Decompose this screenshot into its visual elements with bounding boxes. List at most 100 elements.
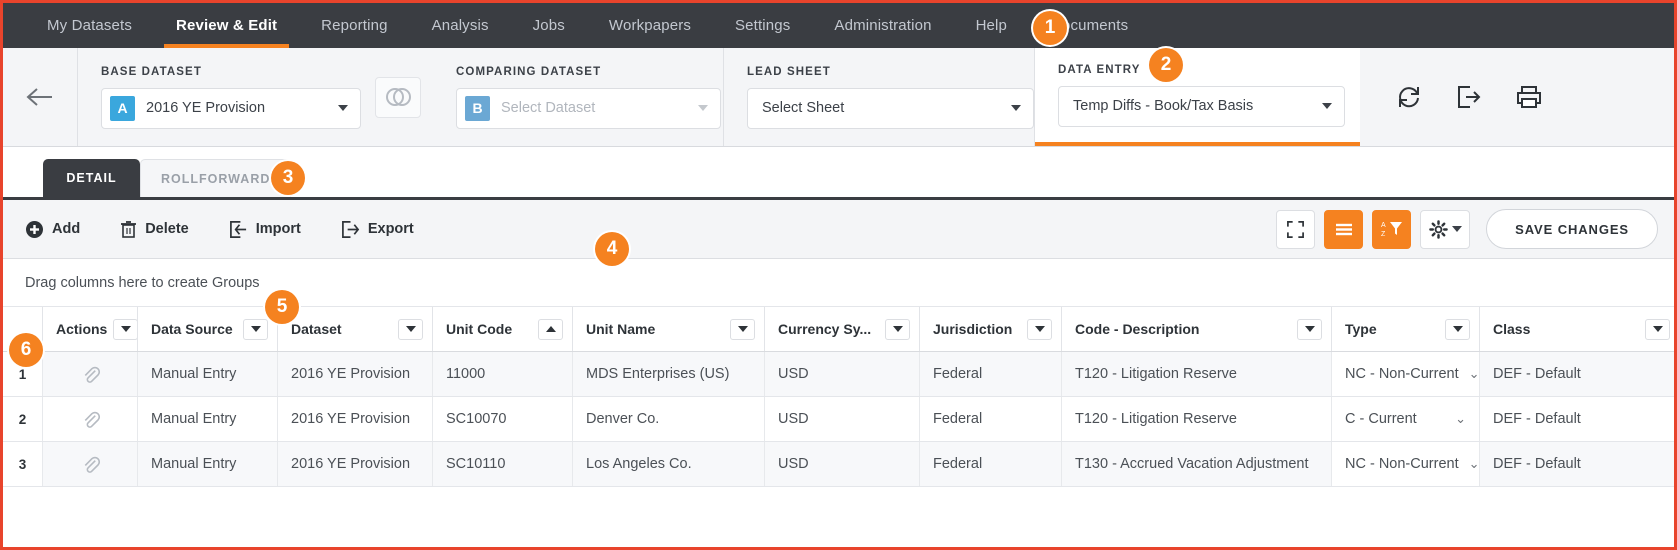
lead-sheet-select[interactable]: Select Sheet [747, 87, 1034, 129]
comparing-dataset-select[interactable]: B Select Dataset [456, 87, 721, 129]
nav-item-settings[interactable]: Settings [713, 3, 812, 48]
column-menu-button[interactable] [243, 318, 268, 340]
nav-label: My Datasets [47, 17, 133, 34]
cell-unit-code: 11000 [433, 352, 573, 396]
row-attachment-cell[interactable] [43, 397, 138, 441]
column-menu-button[interactable] [1445, 318, 1470, 340]
column-header-code-description[interactable]: Code - Description [1062, 307, 1332, 351]
import-label: Import [255, 221, 301, 237]
nav-label: Analysis [431, 17, 489, 34]
chevron-down-icon [338, 105, 348, 111]
cell-unit-code: SC10070 [433, 397, 573, 441]
chevron-down-icon [120, 326, 131, 332]
import-button[interactable]: Import [209, 209, 321, 249]
callout-badge-6: 6 [9, 333, 43, 367]
cell-code-description: T120 - Litigation Reserve [1062, 352, 1332, 396]
row-height-button[interactable] [1324, 209, 1364, 249]
export-button[interactable]: Export [321, 209, 434, 249]
nav-item-administration[interactable]: Administration [812, 3, 953, 48]
row-attachment-cell[interactable] [43, 442, 138, 486]
column-header-actions[interactable]: Actions [43, 307, 138, 351]
column-menu-button[interactable] [730, 318, 755, 340]
delete-button[interactable]: Delete [100, 209, 209, 249]
cell-type-select[interactable]: NC - Non-Current ⌄ [1332, 442, 1480, 486]
compare-toggle[interactable] [373, 48, 423, 146]
data-entry-select[interactable]: Temp Diffs - Book/Tax Basis [1058, 85, 1345, 127]
back-button[interactable] [3, 48, 78, 146]
grid-settings-button[interactable] [1420, 209, 1471, 249]
column-menu-button[interactable] [1297, 318, 1322, 340]
lead-sheet-value: Select Sheet [762, 100, 845, 116]
tab-label: ROLLFORWARD [161, 171, 271, 186]
cell-type-value: NC - Non-Current [1345, 366, 1459, 382]
table-row[interactable]: 2 Manual Entry 2016 YE Provision SC10070… [3, 397, 1674, 442]
nav-item-jobs[interactable]: Jobs [511, 3, 587, 48]
sort-filter-icon: A Z [1381, 222, 1402, 238]
cell-currency: USD [765, 442, 920, 486]
base-dataset-label: BASE DATASET [101, 65, 202, 78]
sort-filter-button[interactable]: A Z [1372, 209, 1412, 249]
column-menu-button[interactable] [885, 318, 910, 340]
column-header-label: Unit Name [586, 321, 656, 337]
cell-type-select[interactable]: C - Current ⌄ [1332, 397, 1480, 441]
dataset-bar-actions [1360, 48, 1570, 146]
data-grid: Actions Data Source Dataset Unit Code Un… [3, 307, 1674, 487]
tab-rollforward[interactable]: ROLLFORWARD [140, 159, 292, 197]
table-row[interactable]: 1 Manual Entry 2016 YE Provision 11000 M… [3, 352, 1674, 397]
row-height-icon [1335, 223, 1352, 236]
tab-detail[interactable]: DETAIL [43, 159, 140, 197]
cell-type-select[interactable]: NC - Non-Current ⌄ [1332, 352, 1480, 396]
cell-code-description: T130 - Accrued Vacation Adjustment [1062, 442, 1332, 486]
nav-label: Help [975, 17, 1008, 34]
comparing-dataset-label: COMPARING DATASET [456, 65, 602, 78]
refresh-icon[interactable] [1396, 84, 1422, 110]
grid-header-row: Actions Data Source Dataset Unit Code Un… [3, 307, 1674, 352]
column-menu-button[interactable] [1645, 318, 1670, 340]
column-header-unit-code[interactable]: Unit Code [433, 307, 573, 351]
callout-badge-5: 5 [265, 290, 299, 324]
column-header-class[interactable]: Class [1480, 307, 1674, 351]
nav-item-help[interactable]: Help [954, 3, 1029, 48]
nav-item-analysis[interactable]: Analysis [410, 3, 511, 48]
gear-icon [1428, 219, 1448, 239]
add-button[interactable]: Add [25, 209, 100, 249]
nav-item-workpapers[interactable]: Workpapers [587, 3, 713, 48]
chevron-down-icon [1034, 326, 1045, 332]
dataset-selection-bar: BASE DATASET A 2016 YE Provision COMPARI… [3, 48, 1674, 147]
save-changes-button[interactable]: SAVE CHANGES [1486, 209, 1658, 249]
column-header-unit-name[interactable]: Unit Name [573, 307, 765, 351]
row-attachment-cell[interactable] [43, 352, 138, 396]
column-menu-button[interactable] [398, 318, 423, 340]
column-header-jurisdiction[interactable]: Jurisdiction [920, 307, 1062, 351]
cell-dataset: 2016 YE Provision [278, 352, 433, 396]
nav-label: Workpapers [608, 17, 692, 34]
column-header-data-source[interactable]: Data Source [138, 307, 278, 351]
column-menu-button[interactable] [1027, 318, 1052, 340]
export-icon[interactable] [1456, 84, 1482, 110]
nav-item-review-edit[interactable]: Review & Edit [154, 3, 299, 48]
dataset-tag-b: B [465, 95, 490, 121]
group-drop-hint: Drag columns here to create Groups [25, 274, 260, 291]
nav-item-reporting[interactable]: Reporting [299, 3, 409, 48]
cell-unit-name: Denver Co. [573, 397, 765, 441]
nav-item-my-datasets[interactable]: My Datasets [25, 3, 154, 48]
table-row[interactable]: 3 Manual Entry 2016 YE Provision SC10110… [3, 442, 1674, 487]
paperclip-icon [84, 456, 100, 473]
callout-badge-1: 1 [1033, 11, 1067, 45]
cell-unit-name: Los Angeles Co. [573, 442, 765, 486]
fullscreen-button[interactable] [1276, 209, 1316, 249]
column-menu-button[interactable] [113, 318, 137, 340]
column-sort-ascending-button[interactable] [538, 318, 563, 340]
cell-jurisdiction: Federal [920, 352, 1062, 396]
print-icon[interactable] [1516, 84, 1542, 110]
base-dataset-select[interactable]: A 2016 YE Provision [101, 87, 361, 129]
chevron-down-icon: ⌄ [1468, 366, 1480, 381]
column-header-type[interactable]: Type [1332, 307, 1480, 351]
group-drop-area[interactable]: Drag columns here to create Groups [3, 259, 1674, 307]
paperclip-icon [84, 366, 100, 383]
column-header-dataset[interactable]: Dataset [278, 307, 433, 351]
column-header-currency-symbol[interactable]: Currency Sy... [765, 307, 920, 351]
svg-text:Z: Z [1381, 231, 1386, 238]
cell-jurisdiction: Federal [920, 442, 1062, 486]
lead-sheet-label: LEAD SHEET [747, 65, 831, 78]
